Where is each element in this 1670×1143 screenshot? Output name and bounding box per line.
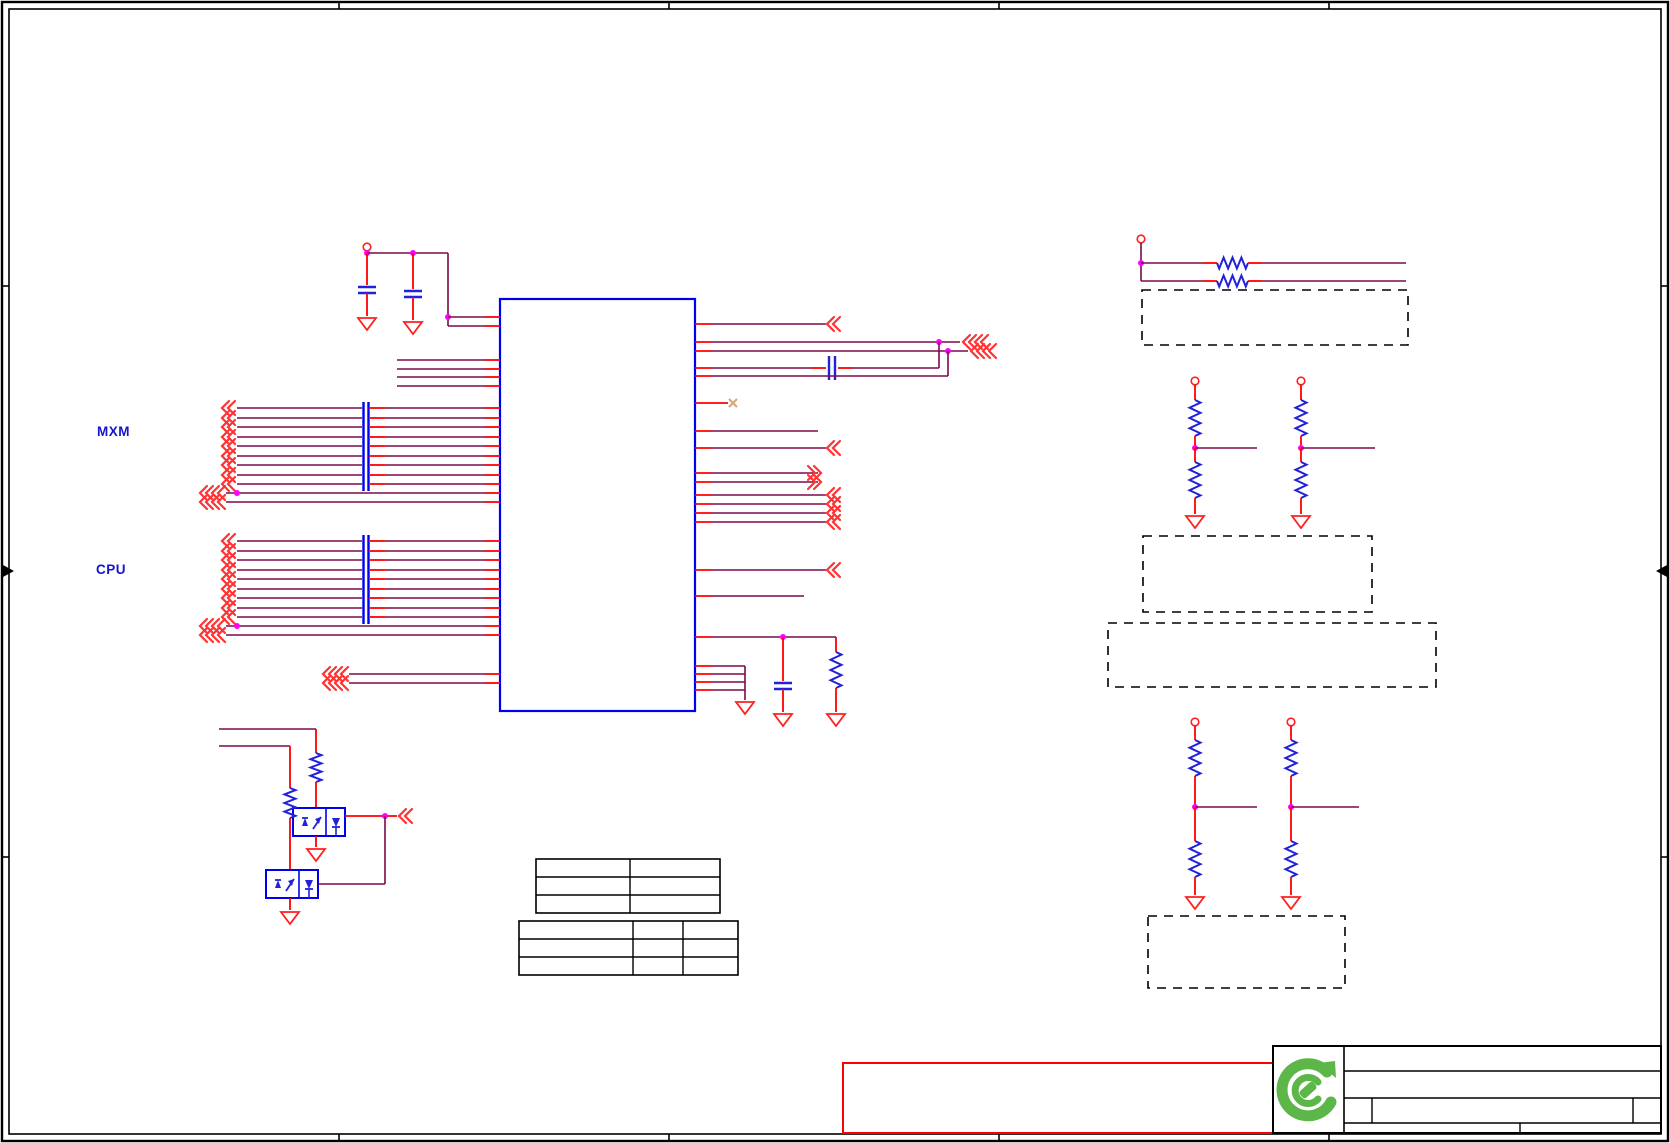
- title-block: [1272, 1045, 1662, 1134]
- pullup-dividers-lower: [1147, 717, 1359, 989]
- load-switch-circuit: [219, 728, 414, 926]
- off-page-connector-left-icon: [825, 561, 842, 579]
- mosfet-diode-icon: [275, 880, 281, 888]
- mosfet-diode-icon: [305, 880, 313, 889]
- ground-symbol: [305, 848, 327, 863]
- resistor-symbol: [1187, 461, 1203, 499]
- dashed-note-box: [1147, 915, 1346, 989]
- power-port: [1296, 376, 1306, 386]
- resistor-symbol: [1293, 399, 1309, 437]
- ground-symbol: [772, 713, 794, 728]
- off-page-connector-left-icon: [333, 674, 350, 692]
- resistor-symbol: [1216, 254, 1249, 272]
- power-port: [1136, 234, 1146, 244]
- off-page-connector-left-icon: [825, 439, 842, 457]
- resistor-symbol: [1187, 399, 1203, 437]
- cpu-bus: [198, 532, 500, 644]
- ground-symbol: [1184, 515, 1206, 530]
- dashed-note-box: [1142, 535, 1373, 613]
- power-port: [1286, 717, 1296, 727]
- schematic-canvas: [0, 0, 1670, 1143]
- bus-label-cpu: CPU: [96, 562, 127, 577]
- power-port: [1190, 376, 1200, 386]
- decoupling-cap-cluster: [356, 242, 500, 336]
- power-port: [1190, 717, 1200, 727]
- no-connect-icon: [728, 398, 738, 408]
- main-ic-block: [498, 297, 697, 713]
- junction-dot: [234, 623, 240, 629]
- ground-symbol: [734, 701, 756, 716]
- resistor-symbol: [1283, 840, 1299, 878]
- resistor-symbol: [307, 752, 325, 783]
- resistor-symbol: [828, 651, 844, 689]
- series-termination-net: [1136, 234, 1409, 346]
- off-page-connector-left-icon: [825, 315, 842, 333]
- resistor-symbol: [1187, 840, 1203, 878]
- revision-tables: [518, 858, 739, 976]
- off-page-connector-left-icon: [210, 626, 227, 644]
- resistor-symbol: [1283, 739, 1299, 777]
- dashed-note-box: [1141, 289, 1409, 346]
- ic-block: [498, 297, 697, 713]
- eco-note-box: [842, 1062, 1274, 1134]
- mxm-bus: [198, 399, 500, 511]
- bus-label-mxm: MXM: [97, 424, 130, 439]
- title-block: [1272, 1045, 1662, 1134]
- off-page-connector-left-icon: [825, 513, 842, 531]
- off-page-connector-left-icon: [220, 475, 237, 493]
- revision-table: [535, 858, 721, 914]
- off-page-connector-left-icon: [210, 493, 227, 511]
- off-page-connector-left-icon: [220, 608, 237, 626]
- pullup-dividers-upper: [1107, 376, 1437, 688]
- mosfet-diode-icon: [302, 818, 308, 826]
- resistor-symbol: [1187, 739, 1203, 777]
- off-page-connector-left-icon: [397, 807, 414, 825]
- mosfet-diode-icon: [332, 818, 340, 827]
- left-stub-wires: [321, 359, 500, 692]
- ground-symbol: [1184, 896, 1206, 911]
- junction-dot: [234, 490, 240, 496]
- dashed-note-box: [1107, 622, 1437, 688]
- resistor-symbol: [1216, 272, 1249, 290]
- schematic-sheet: MXM CPU: [0, 0, 1670, 1143]
- eco-note: [842, 1062, 1274, 1134]
- right-nets: [695, 315, 998, 728]
- ground-symbol: [402, 321, 424, 336]
- ground-symbol: [356, 317, 378, 332]
- revision-table: [518, 920, 739, 976]
- ground-symbol: [825, 713, 847, 728]
- ground-symbol: [1280, 896, 1302, 911]
- resistor-symbol: [1293, 461, 1309, 499]
- ground-symbol: [279, 911, 301, 926]
- power-port: [362, 242, 372, 252]
- ground-symbol: [1290, 515, 1312, 530]
